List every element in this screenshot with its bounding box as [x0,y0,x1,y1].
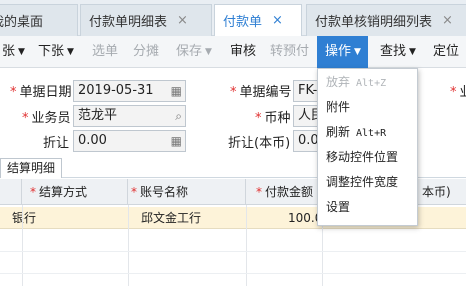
label-text: 单据编号 [239,85,292,100]
column-header-amount[interactable]: * 付款金额 [246,179,322,205]
to-prepayment-button[interactable]: 转预付 [270,36,309,68]
menu-item-refresh[interactable]: 刷新 Alt+R [318,120,417,145]
tab-label: 我的桌面 [0,15,44,30]
button-label: 分摊 [133,44,160,59]
grid-divider [0,273,466,274]
required-marker: * [131,185,137,199]
button-label: 操作 [325,44,352,59]
menu-item-label: 刷新 [326,125,351,139]
tab-label: 结算明细 [7,161,56,175]
menu-item-label: 调整控件宽度 [326,175,399,189]
find-button[interactable]: 查找 ▼ [380,36,416,68]
button-label: 查找 [380,44,407,59]
tab-label: 付款单 [223,15,263,30]
shortcut-text: Alt+R [356,128,387,139]
close-icon[interactable]: × [272,13,283,28]
required-marker: * [450,85,457,100]
tab-settlement-detail[interactable]: 结算明细 [0,158,63,178]
label-text: 业务员 [31,111,71,126]
caret-down-icon: ▼ [67,47,74,57]
header-text: 本币) [422,185,451,199]
locate-button[interactable]: 定位 [433,36,459,68]
menu-item-discard[interactable]: 放弃 Alt+Z [318,70,417,95]
right-cut-label: *业 [450,81,466,100]
required-marker: * [10,85,17,100]
caret-down-icon: ▼ [18,47,25,57]
row-number-header [0,179,22,205]
tab-my-desktop[interactable]: 我的桌面 [0,4,78,36]
close-icon[interactable]: × [177,13,188,28]
menu-item-label: 移动控件位置 [326,150,399,164]
button-label: 张 [2,44,16,59]
next-bill-button[interactable]: 下张 ▼ [38,36,74,68]
field-value: 0.00 [78,133,107,148]
required-marker: * [230,85,237,100]
label-text: 单据日期 [19,85,72,100]
button-label: 转预付 [270,44,310,59]
discount-local-label: 折让(本币) [228,132,290,151]
salesman-label: * 业务员 [22,107,71,126]
header-text: 账号名称 [140,185,189,199]
discount-label: 折让 [43,132,69,151]
tab-label: 付款单明细表 [89,15,168,30]
menu-item-move-control[interactable]: 移动控件位置 [318,145,417,170]
cell-method[interactable]: 银行 [12,207,36,229]
tab-payment-detail-report[interactable]: 付款单明细表 × [80,4,212,36]
grid-divider [0,251,466,252]
discount-field[interactable]: 0.00 ▦ [73,130,186,152]
close-icon[interactable]: × [442,13,453,28]
calendar-icon[interactable]: ▦ [171,81,182,101]
caret-down-icon: ▼ [409,47,416,57]
allocate-button[interactable]: 分摊 [133,36,159,68]
field-value: 范龙平 [78,108,118,123]
field-value: 2019-05-31 [78,83,154,98]
operation-menu-button[interactable]: 操作 ▼ [317,36,368,68]
header-text: 结算方式 [39,185,88,199]
tab-label: 付款单核销明细列表 [315,15,433,30]
date-label: * 单据日期 [10,81,72,100]
tab-bar: 我的桌面 付款单明细表 × 付款单 × 付款单核销明细列表 × [0,0,466,37]
shortcut-text: Alt+Z [356,78,387,89]
toolbar: 张 ▼ 下张 ▼ 选单 分摊 保存 ▼ 审核 转预付 操作 ▼ 查找 ▼ 定位 [0,36,466,68]
label-text: 币种 [264,111,291,126]
tab-payment-writeoff-list[interactable]: 付款单核销明细列表 × [306,4,466,36]
label-text: 折让(本币) [228,136,291,151]
menu-item-adjust-width[interactable]: 调整控件宽度 [318,170,417,195]
cell-account[interactable]: 邱文金工行 [141,207,201,229]
save-button[interactable]: 保存 ▼ [176,36,212,68]
required-marker: * [255,111,262,126]
salesman-field[interactable]: 范龙平 ⌕ [73,105,186,127]
label-text: 业 [460,85,466,100]
button-label: 审核 [230,44,257,59]
required-marker: * [256,185,262,199]
caret-down-icon: ▼ [205,47,212,57]
button-label: 选单 [92,44,119,59]
audit-button[interactable]: 审核 [230,36,256,68]
currency-label: * 币种 [255,107,291,126]
header-text: 付款金额 [265,185,314,199]
menu-item-label: 附件 [326,100,351,114]
caret-down-icon: ▼ [354,47,361,57]
column-header-method[interactable]: * 结算方式 [22,179,128,205]
required-marker: * [30,185,36,199]
menu-item-settings[interactable]: 设置 [318,195,417,220]
label-text: 折让 [43,136,70,151]
select-bill-button[interactable]: 选单 [92,36,118,68]
required-marker: * [22,111,29,126]
menu-item-label: 放弃 [326,75,351,89]
menu-item-label: 设置 [326,200,351,214]
field-value: FK- [298,83,318,98]
menu-item-attachment[interactable]: 附件 [318,95,417,120]
tab-payment-bill[interactable]: 付款单 × [214,4,302,37]
button-label: 保存 [176,44,203,59]
button-label: 下张 [38,44,65,59]
prev-bill-button[interactable]: 张 ▼ [2,36,25,68]
calculator-icon[interactable]: ▦ [171,131,182,151]
date-field[interactable]: 2019-05-31 ▦ [73,80,186,102]
button-label: 定位 [433,44,460,59]
search-icon[interactable]: ⌕ [175,106,182,126]
operation-dropdown-menu: 放弃 Alt+Z 附件 刷新 Alt+R 移动控件位置 调整控件宽度 设置 [317,68,418,226]
billno-label: * 单据编号 [230,81,292,100]
column-header-account[interactable]: * 账号名称 [128,179,246,205]
